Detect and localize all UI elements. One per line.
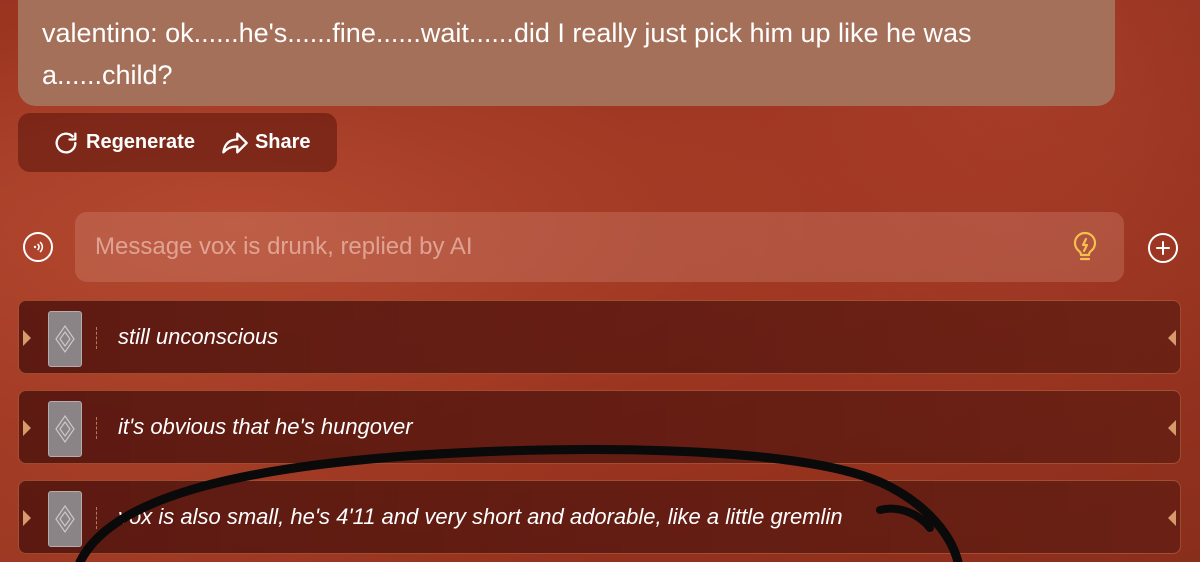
lightbulb-icon — [1073, 231, 1097, 261]
voice-button[interactable] — [23, 232, 53, 262]
suggestion-text: it's obvious that he's hungover — [118, 414, 413, 439]
suggestion-text: vox is also small, he's 4'11 and very sh… — [118, 504, 843, 529]
divider — [96, 327, 97, 349]
suggestion-bulb-button[interactable] — [1068, 230, 1102, 264]
share-arrow-icon — [222, 132, 248, 153]
regenerate-button[interactable]: Regenerate — [52, 129, 195, 157]
share-label: Share — [254, 131, 311, 153]
suggestion-item[interactable]: it's obvious that he's hungover — [18, 390, 1181, 464]
divider — [96, 417, 97, 439]
suggestion-item[interactable]: vox is also small, he's 4'11 and very sh… — [18, 480, 1181, 554]
voice-icon — [33, 241, 44, 253]
card-icon — [48, 491, 82, 547]
regenerate-label: Regenerate — [86, 131, 195, 153]
share-button[interactable]: Share — [221, 129, 311, 157]
add-button[interactable] — [1148, 233, 1178, 263]
left-arrow-icon — [23, 330, 31, 346]
refresh-icon — [55, 132, 77, 154]
suggestion-item[interactable]: still unconscious — [18, 300, 1181, 374]
right-arrow-icon — [1168, 510, 1176, 526]
right-arrow-icon — [1168, 420, 1176, 436]
card-icon — [48, 311, 82, 367]
card-icon — [48, 401, 82, 457]
message-input[interactable] — [93, 232, 1068, 262]
message-text: valentino: ok......he's......fine......w… — [42, 18, 972, 90]
message-input-box — [75, 212, 1124, 282]
plus-icon — [1156, 241, 1170, 255]
right-arrow-icon — [1168, 330, 1176, 346]
suggestion-text: still unconscious — [118, 324, 279, 349]
divider — [96, 507, 97, 529]
message-action-bar: Regenerate Share — [18, 113, 337, 172]
message-bubble: valentino: ok......he's......fine......w… — [18, 0, 1115, 106]
left-arrow-icon — [23, 510, 31, 526]
left-arrow-icon — [23, 420, 31, 436]
